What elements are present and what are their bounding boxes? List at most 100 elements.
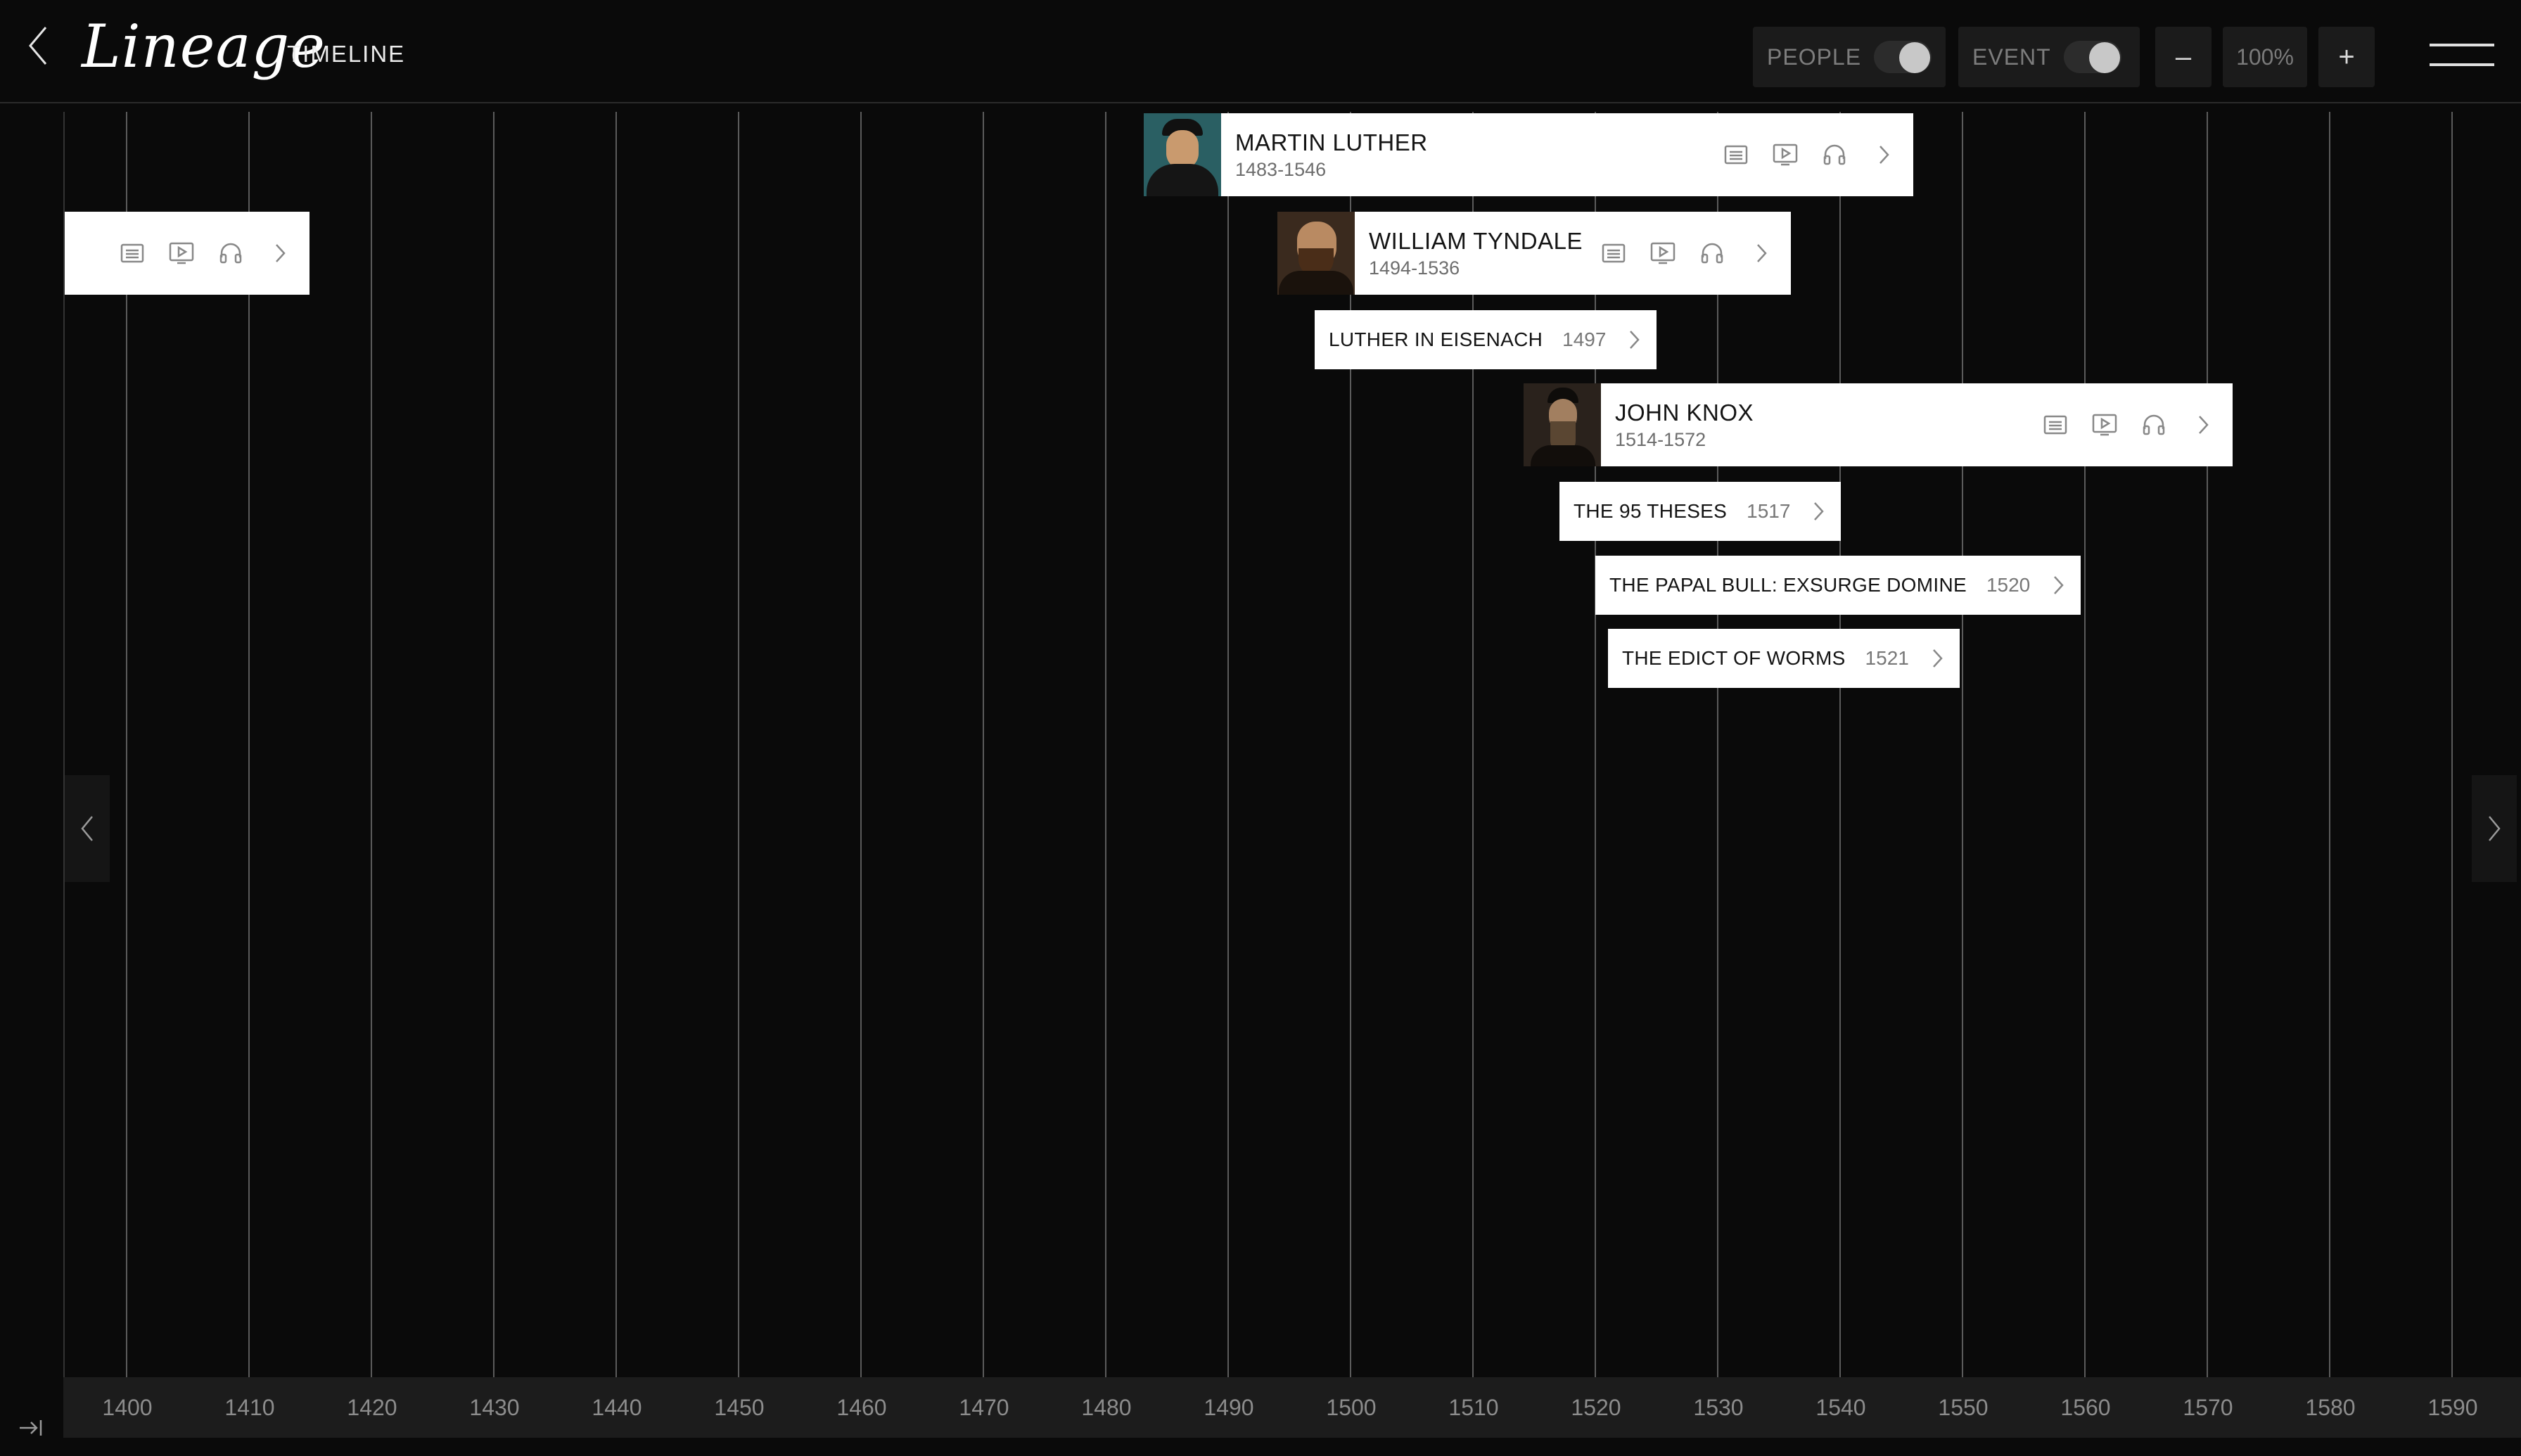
- event-card-edict-of-worms[interactable]: THE EDICT OF WORMS 1521: [1608, 629, 1960, 688]
- gridline: [983, 112, 984, 1378]
- person-actions: [1598, 238, 1791, 269]
- chevron-right-icon[interactable]: [1746, 238, 1777, 269]
- menu-line: [2430, 44, 2494, 46]
- gridline: [1105, 112, 1106, 1378]
- people-switch[interactable]: [1874, 41, 1932, 73]
- audio-icon[interactable]: [2138, 409, 2169, 440]
- person-actions: [2040, 409, 2233, 440]
- axis-tick: 1410: [224, 1395, 275, 1420]
- gridline: [1962, 112, 1963, 1378]
- person-card-martin-luther[interactable]: MARTIN LUTHER 1483-1546: [1144, 113, 1913, 196]
- zoom-level: 100%: [2223, 27, 2307, 87]
- event-year: 1520: [1986, 574, 2031, 596]
- people-toggle[interactable]: PEOPLE: [1753, 27, 1946, 87]
- plus-icon: +: [2338, 41, 2355, 72]
- gridline: [2207, 112, 2208, 1378]
- article-icon[interactable]: [1598, 238, 1629, 269]
- axis-tick: 1440: [592, 1395, 642, 1420]
- person-name: JOHN KNOX: [1615, 399, 1754, 426]
- video-icon[interactable]: [2089, 409, 2120, 440]
- event-title: THE 95 THESES: [1574, 500, 1728, 522]
- chevron-left-icon: [81, 816, 93, 841]
- person-actions: [117, 238, 309, 269]
- gridline: [1839, 112, 1841, 1378]
- person-dates: 1494-1536: [1369, 257, 1460, 279]
- chevron-right-icon: [2489, 816, 2501, 841]
- portrait-martin-luther: [1144, 113, 1221, 196]
- gridline: [248, 112, 250, 1378]
- timeline-canvas[interactable]: MARTIN LUTHER 1483-1546 WILLIAM TYNDALE …: [0, 105, 2521, 1456]
- person-card-william-tyndale[interactable]: WILLIAM TYNDALE 1494-1536: [1277, 212, 1791, 295]
- chevron-right-icon[interactable]: [2048, 571, 2068, 599]
- page-title: TIMELINE: [287, 41, 406, 67]
- gridline: [371, 112, 372, 1378]
- top-bar: Lineage TIMELINE PEOPLE EVENT – 100% +: [0, 0, 2521, 103]
- gridline: [615, 112, 617, 1378]
- event-year: 1521: [1865, 647, 1909, 669]
- chevron-right-icon[interactable]: [1624, 326, 1644, 354]
- chevron-right-icon[interactable]: [1868, 139, 1899, 170]
- person-name: WILLIAM TYNDALE: [1369, 227, 1583, 254]
- event-year: 1497: [1562, 328, 1607, 350]
- gridline: [1717, 112, 1718, 1378]
- gridline: [860, 112, 862, 1378]
- chevron-right-icon[interactable]: [1808, 497, 1828, 525]
- chevron-right-icon[interactable]: [264, 238, 295, 269]
- axis-tick: 1530: [1693, 1395, 1744, 1420]
- switch-knob: [1899, 42, 1930, 73]
- event-card-luther-in-eisenach[interactable]: LUTHER IN EISENACH 1497: [1315, 310, 1657, 369]
- gridline: [2451, 112, 2453, 1378]
- person-dates: 1514-1572: [1615, 429, 1706, 451]
- audio-icon[interactable]: [1697, 238, 1728, 269]
- event-title: THE EDICT OF WORMS: [1622, 647, 1846, 669]
- chevron-right-icon[interactable]: [1927, 644, 1947, 672]
- chevron-right-icon[interactable]: [2188, 409, 2219, 440]
- year-axis: 1400 1410 1420 1430 1440 1450 1460 1470 …: [63, 1377, 2521, 1438]
- person-card-john-knox[interactable]: JOHN KNOX 1514-1572: [1524, 383, 2233, 466]
- chevron-left-icon: [29, 27, 47, 65]
- gridline: [1472, 112, 1474, 1378]
- gridline: [1227, 112, 1229, 1378]
- people-toggle-label: PEOPLE: [1767, 44, 1862, 70]
- video-icon[interactable]: [1770, 139, 1801, 170]
- event-card-95-theses[interactable]: THE 95 THESES 1517: [1559, 482, 1842, 541]
- axis-tick: 1500: [1326, 1395, 1377, 1420]
- article-icon[interactable]: [2040, 409, 2071, 440]
- portrait-william-tyndale: [1277, 212, 1355, 295]
- portrait-john-knox: [1524, 383, 1601, 466]
- audio-icon[interactable]: [215, 238, 246, 269]
- event-card-papal-bull[interactable]: THE PAPAL BULL: EXSURGE DOMINE 1520: [1595, 556, 2081, 615]
- menu-button[interactable]: [2430, 39, 2494, 70]
- zoom-in-button[interactable]: +: [2318, 27, 2375, 87]
- axis-tick: 1480: [1081, 1395, 1132, 1420]
- collapse-panel-button[interactable]: [0, 1400, 62, 1456]
- axis-tick: 1560: [2060, 1395, 2111, 1420]
- video-icon[interactable]: [1647, 238, 1678, 269]
- axis-tick: 1520: [1571, 1395, 1621, 1420]
- gridline: [1595, 112, 1596, 1378]
- axis-tick: 1580: [2305, 1395, 2356, 1420]
- gridline: [126, 112, 127, 1378]
- video-icon[interactable]: [166, 238, 197, 269]
- zoom-out-button[interactable]: –: [2155, 27, 2212, 87]
- scroll-right-button[interactable]: [2472, 775, 2517, 882]
- axis-tick: 1460: [836, 1395, 887, 1420]
- axis-tick: 1470: [959, 1395, 1009, 1420]
- article-icon[interactable]: [117, 238, 148, 269]
- event-switch[interactable]: [2063, 41, 2121, 73]
- event-year: 1517: [1747, 500, 1791, 522]
- gridline: [63, 112, 65, 1378]
- gridline: [1350, 112, 1351, 1378]
- minus-icon: –: [2175, 41, 2192, 72]
- article-icon[interactable]: [1721, 139, 1751, 170]
- person-info: JOHN KNOX 1514-1572: [1601, 399, 2040, 452]
- person-card-offscreen[interactable]: [65, 212, 309, 295]
- audio-icon[interactable]: [1819, 139, 1850, 170]
- event-toggle[interactable]: EVENT: [1958, 27, 2140, 87]
- axis-tick: 1450: [714, 1395, 765, 1420]
- event-toggle-label: EVENT: [1972, 44, 2051, 70]
- person-info: MARTIN LUTHER 1483-1546: [1221, 129, 1721, 181]
- person-name: MARTIN LUTHER: [1235, 129, 1428, 155]
- scroll-left-button[interactable]: [65, 775, 110, 882]
- back-button[interactable]: [21, 18, 55, 73]
